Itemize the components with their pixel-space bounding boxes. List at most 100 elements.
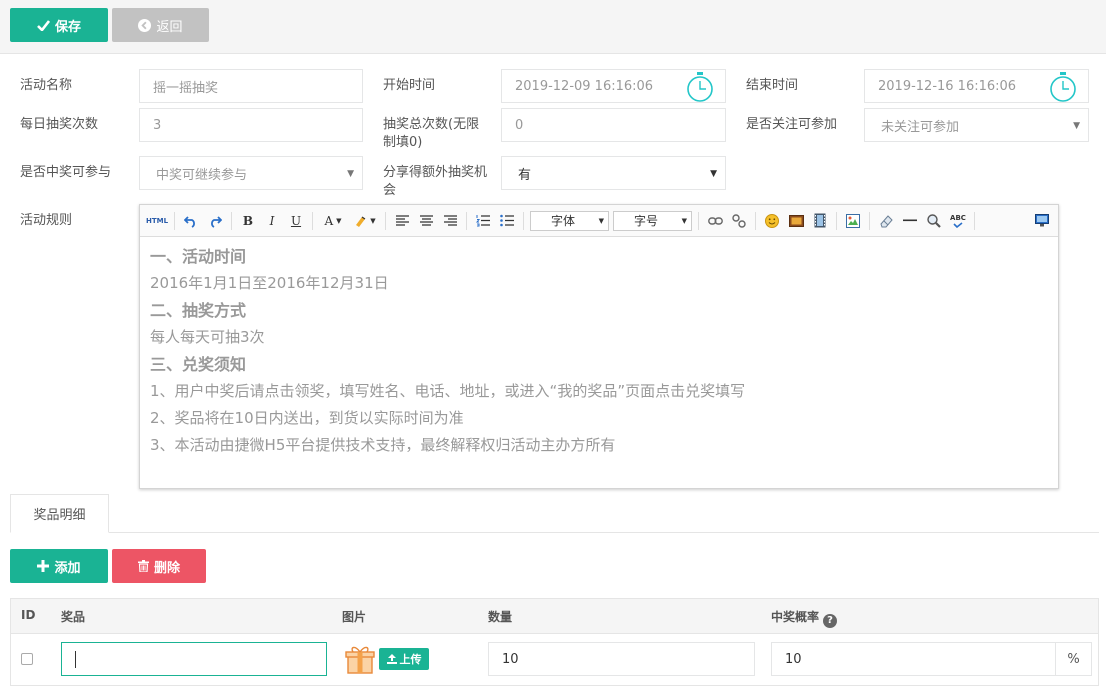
follow-required-label: 是否关注可参加 — [746, 117, 838, 132]
stopwatch-icon[interactable] — [1048, 71, 1078, 103]
stopwatch-icon[interactable] — [685, 71, 715, 103]
arrow-left-circle-icon — [138, 18, 152, 32]
winner-can-join-select[interactable]: 中奖可继续参与 ▼ — [139, 156, 363, 190]
rules-heading-3: 三、兑奖须知 — [150, 355, 247, 374]
total-draws-input[interactable]: 0 — [501, 108, 726, 142]
share-bonus-select[interactable]: 有 ▼ — [501, 156, 726, 190]
column-id: ID — [21, 608, 36, 622]
insert-image-button[interactable] — [843, 211, 863, 231]
font-color-label: A — [324, 213, 334, 228]
unlink-button[interactable] — [729, 211, 749, 231]
fullscreen-button[interactable] — [1032, 211, 1052, 231]
help-icon[interactable]: ? — [823, 613, 838, 628]
align-center-button[interactable] — [416, 211, 436, 231]
activity-name-input[interactable]: 摇一摇抽奖 — [139, 69, 363, 103]
image-button[interactable] — [786, 211, 806, 231]
emoji-button[interactable] — [762, 211, 782, 231]
back-button-label: 返回 — [156, 19, 183, 35]
toolbar-divider — [755, 211, 756, 230]
bold-button[interactable]: B — [238, 211, 258, 231]
row-checkbox[interactable] — [21, 653, 33, 665]
caret-down-icon: ▼ — [1073, 121, 1080, 131]
share-bonus-label-line1: 分享得额外抽奖机 — [383, 165, 488, 180]
caret-down-icon: ▼ — [347, 169, 354, 179]
toolbar-divider — [174, 211, 175, 230]
save-button[interactable]: 保存 — [10, 8, 108, 42]
quantity-value: 10 — [502, 651, 519, 667]
underline-button[interactable]: U — [286, 211, 306, 231]
rules-paragraph-3: 1、用户中奖后请点击领奖，填写姓名、电话、地址，或进入“我的奖品”页面点击兑奖填… — [150, 382, 746, 400]
eraser-button[interactable] — [876, 211, 896, 231]
image-icon — [788, 214, 804, 227]
column-probability-label: 中奖概率 — [771, 610, 820, 624]
quantity-input[interactable]: 10 — [488, 642, 755, 676]
caret-down-icon: ▼ — [336, 216, 342, 225]
italic-button[interactable]: I — [262, 211, 282, 231]
probability-input[interactable]: 10 % — [771, 642, 1092, 676]
caret-down-icon: ▼ — [681, 216, 687, 225]
start-time-input[interactable]: 2019-12-09 16:16:06 — [501, 69, 726, 103]
link-button[interactable] — [705, 211, 725, 231]
follow-required-select[interactable]: 未关注可参加 ▼ — [864, 108, 1089, 142]
add-prize-button[interactable]: 添加 — [10, 549, 108, 583]
editor-content[interactable]: 一、活动时间 2016年1月1日至2016年12月31日 二、抽奖方式 每人每天… — [140, 237, 1058, 465]
link-icon — [707, 216, 723, 225]
back-button[interactable]: 返回 — [112, 8, 209, 42]
unordered-list-button[interactable] — [497, 211, 517, 231]
end-time-input[interactable]: 2019-12-16 16:16:06 — [864, 69, 1089, 103]
share-bonus-value: 有 — [518, 167, 532, 183]
highlight-button[interactable]: ▼ — [351, 211, 379, 231]
font-family-select[interactable]: 字体 ▼ — [530, 210, 609, 231]
ordered-list-button[interactable] — [473, 211, 493, 231]
font-size-select[interactable]: 字号 ▼ — [613, 210, 692, 231]
redo-button[interactable] — [205, 211, 225, 231]
align-left-button[interactable] — [392, 211, 412, 231]
total-draws-value: 0 — [515, 117, 524, 133]
rules-paragraph-1: 2016年1月1日至2016年12月31日 — [150, 274, 389, 292]
highlighter-icon — [356, 216, 366, 227]
undo-icon — [184, 215, 195, 228]
undo-button[interactable] — [181, 211, 201, 231]
check-icon — [953, 221, 963, 228]
font-color-button[interactable]: A ▼ — [319, 211, 347, 231]
monitor-icon — [1035, 214, 1049, 227]
spellcheck-label: ABC — [950, 213, 966, 222]
toolbar-divider — [869, 211, 870, 230]
toolbar-divider — [836, 211, 837, 230]
tab-prize-details[interactable]: 奖品明细 — [10, 494, 109, 533]
delete-prize-button[interactable]: 删除 — [112, 549, 206, 583]
italic-label: I — [269, 213, 275, 228]
find-button[interactable] — [924, 211, 944, 231]
picture-icon — [846, 213, 860, 228]
magnifier-icon — [927, 213, 941, 228]
film-icon — [814, 213, 826, 228]
start-time-label: 开始时间 — [383, 78, 436, 93]
spellcheck-button[interactable]: ABC — [948, 211, 968, 231]
html-source-button[interactable]: HTML — [146, 211, 168, 231]
align-right-button[interactable] — [440, 211, 460, 231]
prize-name-input[interactable] — [61, 642, 327, 676]
font-size-label: 字号 — [634, 214, 659, 228]
caret-down-icon: ▼ — [598, 216, 604, 225]
toolbar-divider — [312, 211, 313, 230]
upload-label: 上传 — [399, 653, 422, 666]
prize-table-header: ID 奖品 图片 数量 中奖概率? — [10, 598, 1099, 634]
rules-paragraph-4: 2、奖品将在10日内送出，到货以实际时间为准 — [150, 409, 464, 427]
horizontal-rule-button[interactable] — [900, 211, 920, 231]
upload-button[interactable]: 上传 — [379, 648, 429, 670]
caret-down-icon: ▼ — [710, 169, 717, 179]
plus-icon — [37, 560, 50, 572]
caret-down-icon: ▼ — [370, 216, 376, 225]
text-cursor — [75, 651, 76, 668]
redo-icon — [211, 215, 222, 228]
html-source-label: HTML — [145, 216, 169, 225]
column-image: 图片 — [342, 610, 367, 624]
video-button[interactable] — [810, 211, 830, 231]
eraser-icon — [879, 214, 893, 227]
daily-draws-input[interactable]: 3 — [139, 108, 363, 142]
tab-divider — [10, 532, 1099, 533]
percent-addon: % — [1055, 643, 1091, 675]
unordered-list-icon — [500, 214, 514, 227]
editor-toolbar: HTML B I U A ▼ ▼ 字体 ▼ 字号 ▼ ABC — [140, 205, 1058, 237]
delete-prize-label: 删除 — [153, 560, 180, 576]
